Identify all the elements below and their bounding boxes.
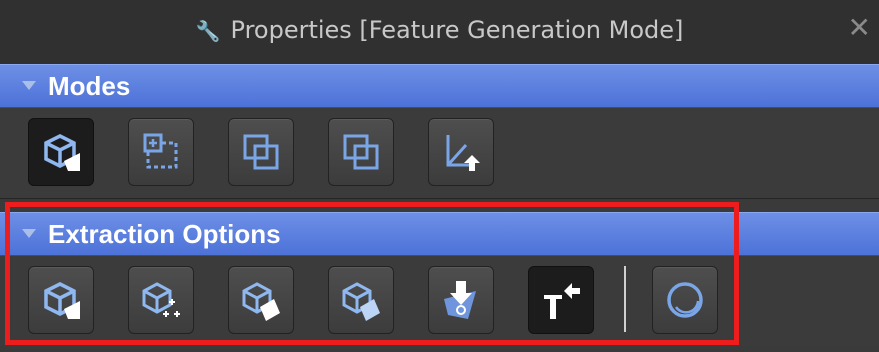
mode-intersect-button[interactable] <box>328 118 394 186</box>
download-shape-icon <box>444 281 476 319</box>
extract-points-button[interactable] <box>128 266 194 334</box>
modes-toolbar <box>0 108 879 198</box>
mode-dashed-square-button[interactable] <box>128 118 194 186</box>
extract-ring-button[interactable] <box>652 266 718 334</box>
t-arrow-icon <box>544 283 580 319</box>
mode-overlap-button[interactable] <box>228 118 294 186</box>
dashed-square-plus-icon <box>143 133 178 169</box>
extraction-section-header[interactable]: Extraction Options <box>0 212 879 256</box>
close-icon[interactable]: ✕ <box>848 12 871 44</box>
mode-cube-button[interactable] <box>28 118 94 186</box>
extract-surface-button[interactable] <box>228 266 294 334</box>
toolbar-separator <box>624 266 626 332</box>
extract-download-button[interactable] <box>428 266 494 334</box>
collapse-triangle-icon[interactable] <box>22 81 36 90</box>
intersect-squares-icon <box>343 134 379 170</box>
panel-title: 🔧 Properties [Feature Generation Mode] <box>0 14 879 47</box>
cube-surface-icon <box>242 282 280 321</box>
section-divider <box>0 198 879 199</box>
extract-cube-button[interactable] <box>28 266 94 334</box>
cube-surface-light-icon <box>342 282 380 321</box>
extraction-section-label: Extraction Options <box>48 219 281 249</box>
panel-title-text: Properties [Feature Generation Mode] <box>230 16 684 44</box>
overlap-squares-icon <box>243 134 279 170</box>
extract-t-arrow-button[interactable] <box>528 266 594 334</box>
mode-axis-button[interactable] <box>428 118 494 186</box>
extract-surface-light-button[interactable] <box>328 266 394 334</box>
circle-ring-icon <box>667 282 703 318</box>
collapse-triangle-icon[interactable] <box>22 229 36 238</box>
cube-extract-icon <box>44 282 80 319</box>
axis-arrow-icon <box>446 135 480 171</box>
cube-mode-icon <box>44 134 80 171</box>
title-bar: 🔧 Properties [Feature Generation Mode] ✕ <box>0 0 879 65</box>
extraction-toolbar <box>0 256 879 346</box>
modes-section-label: Modes <box>48 71 131 101</box>
modes-section-header[interactable]: Modes <box>0 64 879 108</box>
cube-points-icon <box>142 282 180 317</box>
wrench-icon: 🔧 <box>195 19 221 43</box>
